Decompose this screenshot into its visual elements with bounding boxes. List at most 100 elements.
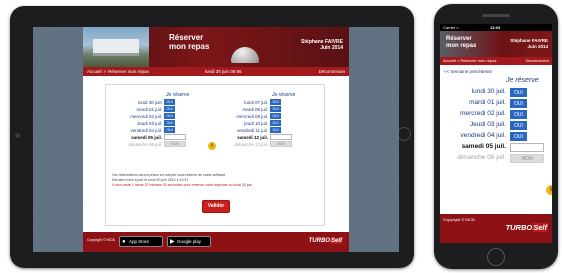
phone-screen: Carrier ≈ 13:03 Réserver mon repas Stéph… <box>440 24 552 243</box>
reservation-toggle[interactable]: OUI <box>164 113 175 119</box>
reservation-panel: Je réserve lundi 30 juin OUI mardi 01 juil… <box>105 84 325 226</box>
phone-day-label: samedi 05 juil. <box>461 143 506 150</box>
reservation-notes: Vos réservations seront prises en compte… <box>112 173 318 188</box>
column-header: Je réserve <box>272 92 296 98</box>
logo-main-text: TURBO <box>308 238 330 244</box>
current-date: lundi 30 juin 09:56 <box>205 69 242 74</box>
week-column-left: Je réserve lundi 30 juin OUI mardi 01 juil… <box>110 91 210 148</box>
week-column-right: Je réserve lundi 07 juil. OUI mardi 08 jui… <box>216 91 316 148</box>
phone-info-icon[interactable]: i <box>546 185 552 195</box>
page-title-line1: Réserver <box>169 33 204 42</box>
day-label: samedi 12 juil. <box>237 135 268 140</box>
reservation-toggle[interactable]: OUI <box>270 113 281 119</box>
phone-footer: Copyright © INCB TURBOSelf <box>440 214 552 243</box>
phone-breadcrumb-bar: Accueil>Réserver mon repas Déconnexion <box>440 57 552 65</box>
breadcrumb-separator: > <box>103 69 107 74</box>
header-photo <box>83 27 149 67</box>
reservation-toggle[interactable]: OUI <box>164 106 175 112</box>
reservation-toggle[interactable]: OUI <box>270 99 281 105</box>
carrier-label: Carrier ≈ <box>443 25 459 30</box>
page-title: Réserver mon repas <box>169 33 229 51</box>
phone-reservation-toggle[interactable]: OUI <box>510 88 527 97</box>
column-header: Je réserve <box>166 92 190 98</box>
day-row: jeudi 10 juil. OUI <box>216 120 316 127</box>
reservation-toggle[interactable]: OUI <box>164 127 175 133</box>
phone-breadcrumb: Accueil>Réserver mon repas <box>443 57 497 65</box>
day-row: mercredi 09 juil. OUI <box>216 113 316 120</box>
breadcrumb-home-link[interactable]: Accueil <box>87 69 102 74</box>
app-store-badge[interactable]: ● App Store <box>119 236 163 247</box>
phone-reservation-toggle[interactable]: NON <box>510 154 544 163</box>
phone-day-row: mercredi 02 juil. OUI <box>440 109 552 120</box>
tablet-home-button[interactable] <box>397 127 411 141</box>
phone-reservation-toggle[interactable]: OUI <box>510 132 527 141</box>
phone-title-line1: Réserver <box>446 36 472 42</box>
info-icon[interactable]: i <box>208 142 216 150</box>
phone-day-label: vendredi 04 juil. <box>460 132 506 139</box>
phone-reservation-toggle[interactable]: OUI <box>510 121 527 130</box>
header-cloche-image <box>231 47 259 63</box>
phone-reservation-toggle[interactable]: OUI <box>510 110 527 119</box>
day-row: Jeudi 03 juil. OUI <box>110 120 210 127</box>
logout-link[interactable]: Déconnexion <box>319 67 345 76</box>
validate-button[interactable]: Valider <box>202 200 230 213</box>
phone-breadcrumb-separator: > <box>456 58 460 63</box>
phone-reservation-toggle[interactable] <box>510 143 544 152</box>
reservation-toggle[interactable]: OUI <box>270 120 281 126</box>
breadcrumb: Accueil > Réserver mon repas <box>87 67 149 76</box>
reservation-toggle[interactable]: OUI <box>164 120 175 126</box>
day-row: samedi 12 juil. <box>216 134 316 141</box>
day-label: mardi 01 juil. <box>136 107 162 112</box>
status-time: 13:03 <box>490 25 501 30</box>
reservation-toggle[interactable]: OUI <box>164 99 175 105</box>
phone-logo-sub-text: Self <box>532 223 548 232</box>
tablet-screen: Réserver mon repas Stéphane FAIVRE Juin … <box>33 27 399 252</box>
copyright-text: Copyright © INCB <box>87 238 115 242</box>
reservation-toggle[interactable]: NON <box>270 141 292 147</box>
page-header: Réserver mon repas Stéphane FAIVRE Juin … <box>83 27 349 67</box>
phone-day-label: dimanche 06 juil. <box>457 154 506 161</box>
phone-breadcrumb-home-link[interactable]: Accueil <box>443 58 456 63</box>
day-label: mardi 08 juil. <box>242 107 268 112</box>
phone-title-line2: mon repas <box>446 43 477 49</box>
day-row: dimanche 13 juil. NON <box>216 141 316 148</box>
day-row: lundi 30 juin OUI <box>110 99 210 106</box>
phone-column-header: Je réserve <box>506 77 539 84</box>
page-footer: Copyright © INCB ● App Store ▶ Google pl… <box>83 232 349 252</box>
phone-day-row: samedi 05 juil. <box>440 142 552 153</box>
reservation-toggle[interactable]: NON <box>164 141 186 147</box>
reservation-toggle[interactable] <box>164 134 186 140</box>
day-label: mercredi 02 juil. <box>130 114 162 119</box>
phone-copyright-text: Copyright © INCB <box>443 217 475 222</box>
google-play-badge[interactable]: ▶ Google play <box>167 236 211 247</box>
note-time-remaining: Il vous reste 1 heure 37 minutes 02 seco… <box>112 183 253 187</box>
page-title-line2: mon repas <box>169 42 210 51</box>
phone-reservation-toggle[interactable]: OUI <box>510 99 527 108</box>
reservation-toggle[interactable]: OUI <box>270 127 281 133</box>
phone-home-button[interactable] <box>487 248 505 266</box>
reservation-toggle[interactable] <box>270 134 292 140</box>
tablet-device: Réserver mon repas Stéphane FAIVRE Juin … <box>10 6 414 268</box>
day-label: mercredi 09 juil. <box>236 114 268 119</box>
reservation-toggle[interactable]: OUI <box>270 106 281 112</box>
phone-page-header: Réserver mon repas Stéphane FAIVRE Juin … <box>440 31 552 57</box>
day-label: vendredi 11 juil. <box>236 128 268 133</box>
day-label: dimanche 13 juil. <box>234 142 268 147</box>
phone-logout-link[interactable]: Déconnexion <box>526 57 549 65</box>
day-label: dimanche 06 juil. <box>128 142 162 147</box>
day-label: samedi 05 juil. <box>131 135 162 140</box>
phone-day-label: lundi 30 juil. <box>471 88 506 95</box>
phone-day-row: mardi 01 juil. OUI <box>440 98 552 109</box>
phone-user-info: Stéphane FAIVRE Juin 2014 <box>510 38 548 49</box>
turboself-logo: TURBOSelf <box>309 238 343 244</box>
previous-week-link[interactable]: << Semaine précédente <box>444 69 492 74</box>
phone-day-row: dimanche 06 juil. NON <box>440 153 552 164</box>
phone-speaker <box>482 14 510 17</box>
day-label: lundi 07 juil. <box>244 100 268 105</box>
day-row: samedi 05 juil. <box>110 134 210 141</box>
day-row: dimanche 06 juil. NON <box>110 141 210 148</box>
day-label: Jeudi 03 juil. <box>136 121 162 126</box>
phone-page-title: Réserver mon repas <box>446 36 476 50</box>
day-row: mardi 01 juil. OUI <box>110 106 210 113</box>
phone-device: Carrier ≈ 13:03 Réserver mon repas Stéph… <box>434 4 558 269</box>
